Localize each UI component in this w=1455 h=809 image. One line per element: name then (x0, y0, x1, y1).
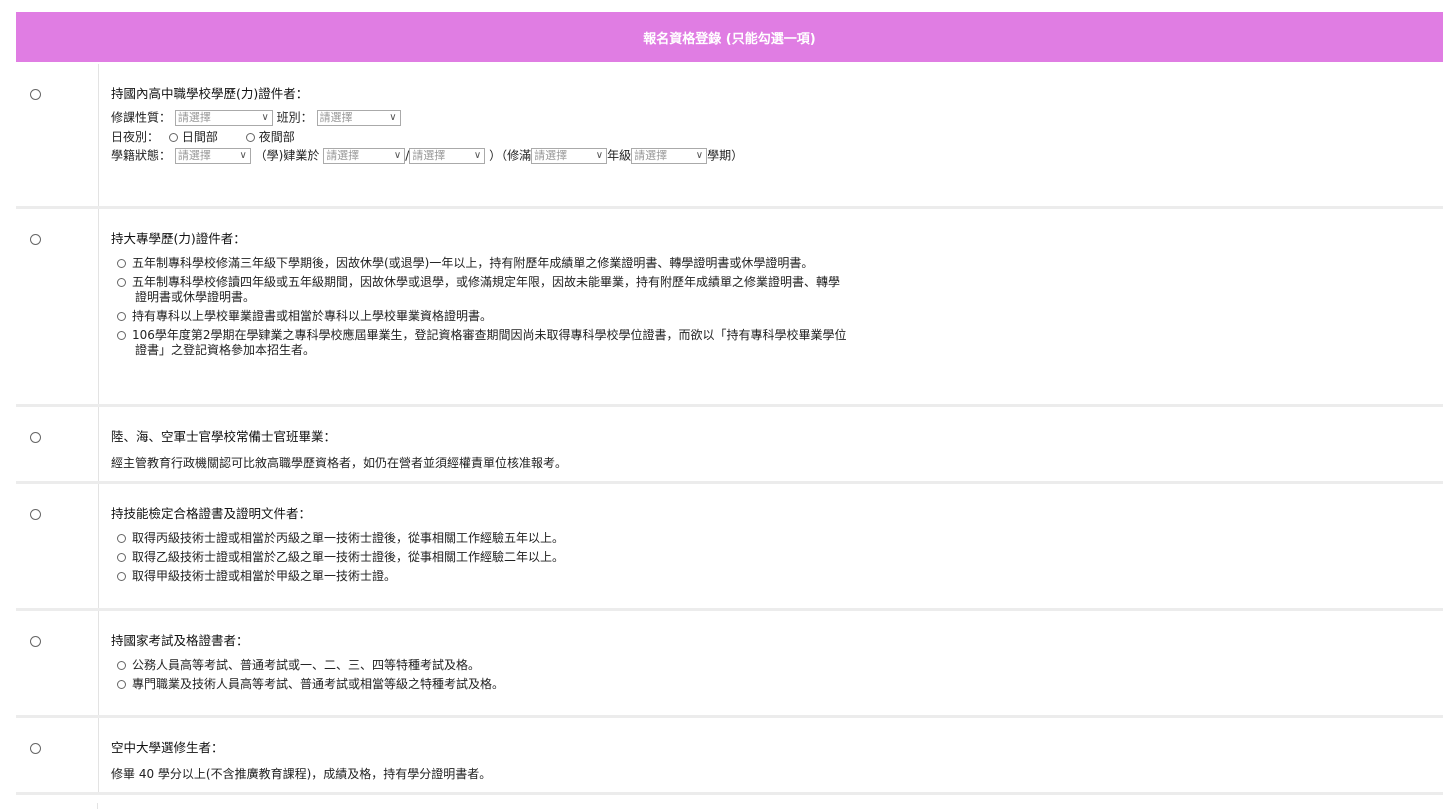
qualification-title: 持大專學歷(力)證件者： (111, 230, 246, 246)
day-radio[interactable] (168, 133, 178, 142)
sub-option-radio[interactable] (117, 277, 126, 287)
qualification-desc: 修畢 40 學分以上(不含推廣教育課程)，成績及格，持有學分證明書者。 (111, 766, 492, 781)
chevron-down-icon: ∨ (473, 150, 482, 161)
qualification-row-skills: 持技能檢定合格證書及證明文件者： 取得丙級技術士證或相當於丙級之單一技術士證後，… (16, 482, 1443, 611)
sub-option-radio[interactable] (117, 258, 126, 268)
qualification-title: 空中大學選修生者： (111, 739, 224, 755)
qualification-title: 持國內高中職學校學歷(力)證件者： (111, 86, 309, 101)
status-line: 學籍狀態： 請選擇 ∨ （學)肄業於 請選擇 ∨ / 請選擇 ∨ ）（修滿 請選擇 ∨ 年級 請選… (111, 148, 1443, 164)
course-label: 修課性質： (111, 110, 172, 125)
completed-text: ）（修滿 (489, 148, 532, 163)
section-header: 報名資格登錄 (只能勾選一項) (16, 12, 1443, 62)
sub-option-radio[interactable] (117, 311, 126, 321)
sub-option-radio[interactable] (117, 330, 126, 340)
sub-option-radio[interactable] (117, 571, 126, 581)
night-radio[interactable] (245, 133, 255, 142)
qualification-radio-skills[interactable] (30, 508, 41, 520)
semester-text: 學期） (707, 148, 744, 163)
day-label: 日間部 (181, 130, 218, 144)
qualification-row-college: 持大專學歷(力)證件者： 五年制專科學校修滿三年級下學期後，因故休學(或退學)一… (16, 207, 1443, 407)
sub-option-radio[interactable] (117, 679, 126, 689)
sub-option: 專門職業及技術人員高等考試、普通考試或相當等級之特種考試及格。 (111, 677, 1443, 692)
registration-form: 報名資格登錄 (只能勾選一項) 持國內高中職學校學歷(力)證件者： 修課性質： … (0, 0, 1455, 809)
sub-option: 公務人員高等考試、普通考試或一、二、三、四等特種考試及格。 (111, 658, 1443, 673)
course-class-line: 修課性質： 請選擇 ∨ 班別： 請選擇 ∨ (111, 110, 1443, 126)
qualification-radio-highschool[interactable] (30, 89, 41, 100)
class-select[interactable]: 請選擇 ∨ (316, 110, 401, 126)
qualification-radio-military[interactable] (30, 431, 41, 443)
class-label: 班別： (276, 110, 313, 125)
sub-option: 取得甲級技術士證或相當於甲級之單一技術士證。 (111, 569, 1443, 584)
sub-option: 取得乙級技術士證或相當於乙級之單一技術士證後，從事相關工作經驗二年以上。 (111, 550, 1443, 565)
qualification-desc: 經主管教育行政機關認可比敘高職學歷資格者，如仍在營者並須經權責單位核准報考。 (111, 455, 568, 470)
chevron-down-icon: ∨ (389, 112, 397, 123)
chevron-down-icon: ∨ (393, 150, 402, 161)
chevron-down-icon: ∨ (261, 112, 269, 123)
school-year-select[interactable]: 請選擇 ∨ (323, 148, 406, 164)
qualification-title: 持技能檢定合格證書及證明文件者： (111, 505, 312, 521)
sub-option: 五年制專科學校修滿三年級下學期後，因故休學(或退學)一年以上，持有附歷年成績單之… (111, 256, 1443, 271)
sub-option-radio[interactable] (117, 552, 126, 562)
status-label: 學籍狀態： (111, 148, 172, 163)
qualification-row-exam: 持國家考試及格證書者： 公務人員高等考試、普通考試或一、二、三、四等特種考試及格… (16, 609, 1443, 718)
sub-option: 五年制專科學校修讀四年級或五年級期間，因故休學或退學，或修滿規定年限，因故未能畢… (111, 275, 1443, 305)
qualification-row-highschool: 持國內高中職學校學歷(力)證件者： 修課性質： 請選擇 ∨ 班別： 請選擇 ∨ 日夜… (16, 64, 1443, 209)
qualification-radio-open-university[interactable] (30, 742, 41, 754)
course-select[interactable]: 請選擇 ∨ (174, 110, 273, 126)
chevron-down-icon: ∨ (595, 150, 604, 161)
status-paren-text: （學)肄業於 (254, 148, 320, 163)
semester-select[interactable]: 請選擇 ∨ (409, 148, 486, 164)
sub-option: 持有專科以上學校畢業證書或相當於專科以上學校畢業資格證明書。 (111, 309, 1443, 324)
grade-text: 年級 (607, 148, 632, 163)
chevron-down-icon: ∨ (695, 150, 704, 161)
sub-option-radio[interactable] (117, 660, 126, 670)
status-select[interactable]: 請選擇 ∨ (174, 148, 251, 164)
qualification-table: 持國內高中職學校學歷(力)證件者： 修課性質： 請選擇 ∨ 班別： 請選擇 ∨ 日夜… (16, 64, 1443, 795)
daynight-label: 日夜別： (111, 130, 160, 144)
qualification-row-open-university: 空中大學選修生者： 修畢 40 學分以上(不含推廣教育課程)，成績及格，持有學分… (16, 716, 1443, 795)
qualification-row-military: 陸、海、空軍士官學校常備士官班畢業： 經主管教育行政機關認可比敘高職學歷資格者，… (16, 405, 1443, 484)
grade-select[interactable]: 請選擇 ∨ (531, 148, 608, 164)
qualification-radio-exam[interactable] (30, 635, 41, 647)
semester-count-select[interactable]: 請選擇 ∨ (631, 148, 708, 164)
sub-option: 106學年度第2學期在學肄業之專科學校應屆畢業生，登記資格審查期間因尚未取得專科… (111, 328, 1443, 358)
sub-option: 取得丙級技術士證或相當於丙級之單一技術士證後，從事相關工作經驗五年以上。 (111, 531, 1443, 546)
row-divider-stub (16, 803, 98, 809)
qualification-title: 陸、海、空軍士官學校常備士官班畢業： (111, 428, 337, 444)
night-label: 夜間部 (258, 130, 295, 144)
chevron-down-icon: ∨ (239, 150, 247, 161)
sub-option-radio[interactable] (117, 533, 126, 543)
qualification-radio-college[interactable] (30, 233, 41, 245)
daynight-line: 日夜別： 日間部 夜間部 (111, 130, 1443, 144)
qualification-title: 持國家考試及格證書者： (111, 632, 249, 648)
